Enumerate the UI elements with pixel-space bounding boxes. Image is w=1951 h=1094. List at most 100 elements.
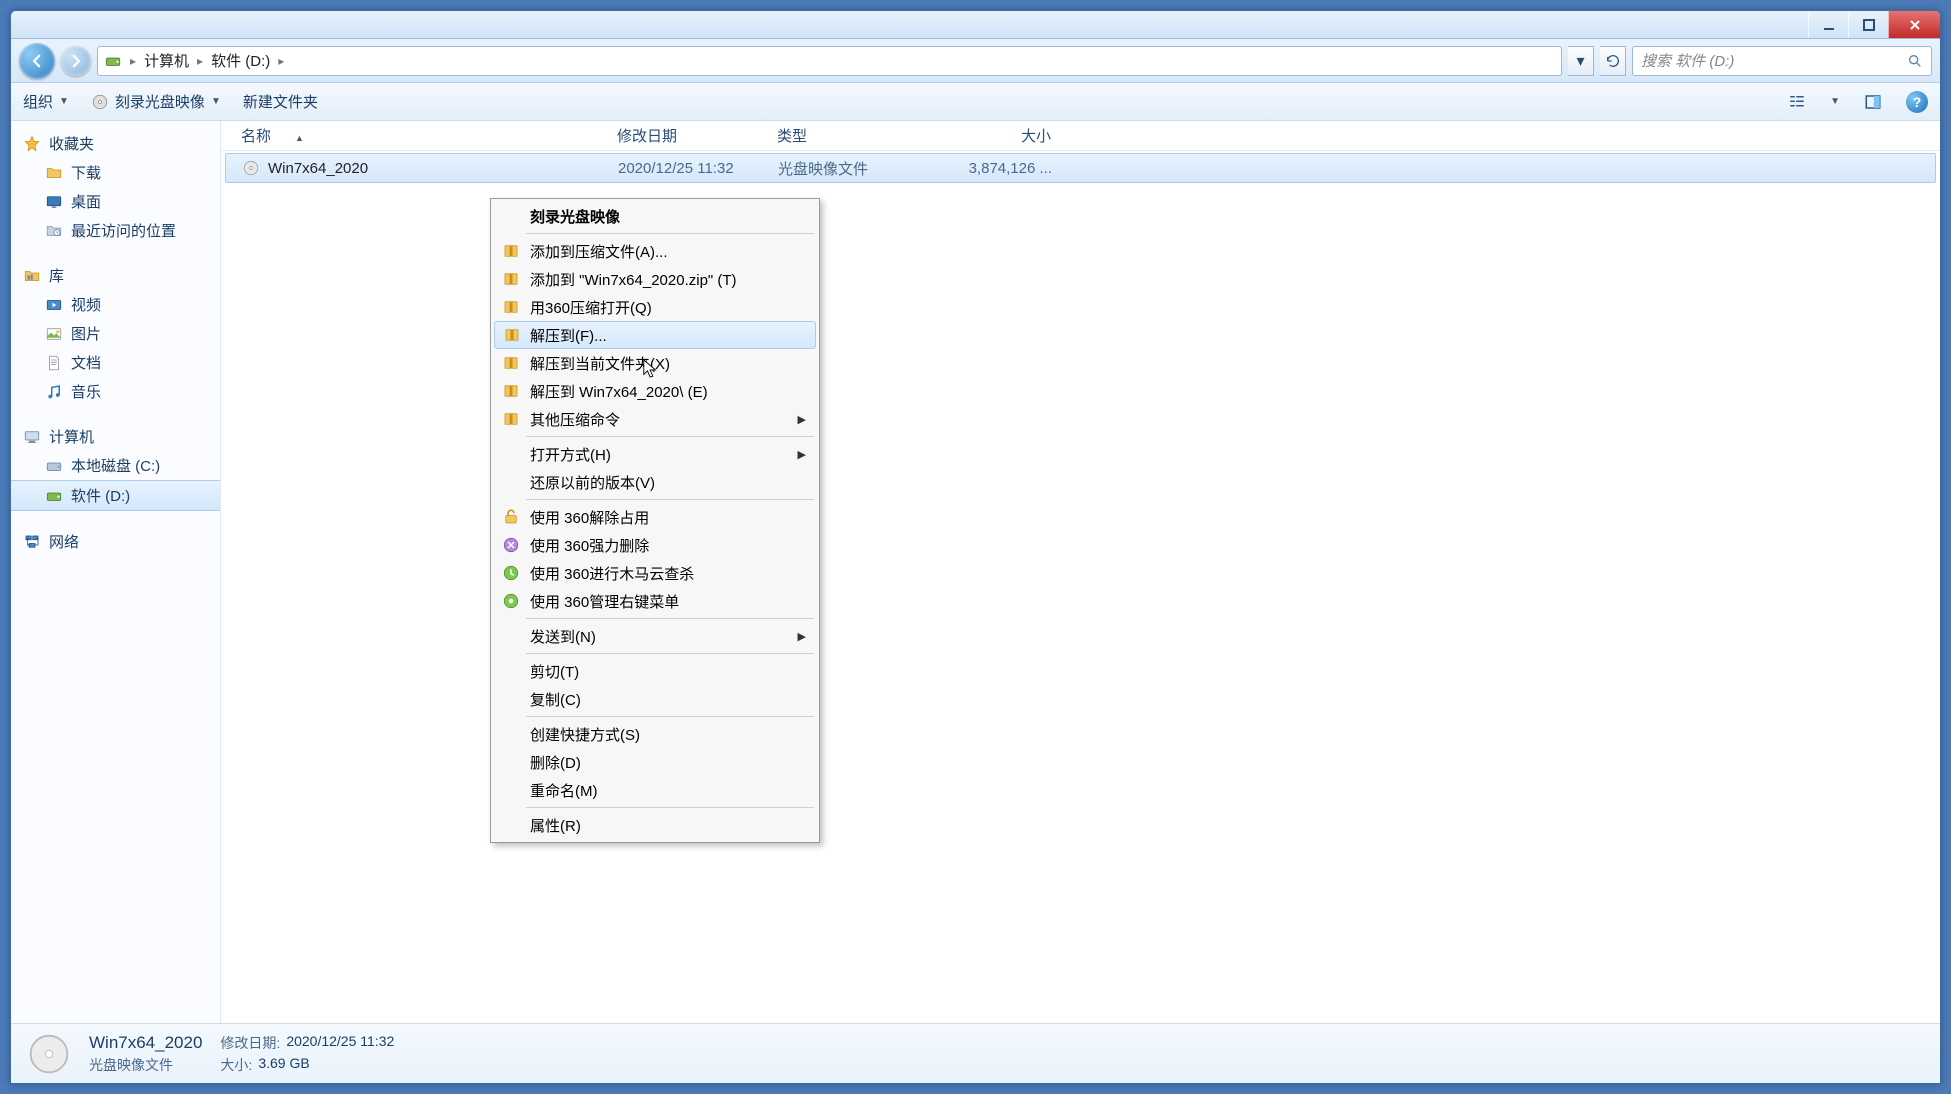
cm-separator bbox=[526, 618, 814, 619]
cm-burn-image[interactable]: 刻录光盘映像 bbox=[494, 202, 816, 230]
sidebar-item-pictures[interactable]: 图片 bbox=[11, 319, 220, 348]
cm-properties[interactable]: 属性(R) bbox=[494, 811, 816, 839]
chevron-down-icon: ▼ bbox=[211, 96, 221, 107]
file-pane: 名称▲ 修改日期 类型 大小 Win7x64_2020 2020/12/25 1… bbox=[221, 121, 1940, 1023]
drive-icon bbox=[45, 487, 63, 505]
sidebar-item-music[interactable]: 音乐 bbox=[11, 377, 220, 406]
details-pane: Win7x64_2020 光盘映像文件 修改日期:2020/12/25 11:3… bbox=[11, 1023, 1940, 1083]
back-button[interactable] bbox=[19, 43, 55, 79]
file-name: Win7x64_2020 bbox=[268, 160, 368, 177]
column-date[interactable]: 修改日期 bbox=[609, 125, 769, 146]
view-options-button[interactable] bbox=[1786, 91, 1808, 113]
breadcrumb-location[interactable]: 软件 (D:) bbox=[211, 50, 270, 71]
sidebar-item-downloads[interactable]: 下载 bbox=[11, 158, 220, 187]
sidebar-item-recent[interactable]: 最近访问的位置 bbox=[11, 216, 220, 245]
column-type[interactable]: 类型 bbox=[769, 125, 939, 146]
cm-360-unlock[interactable]: 使用 360解除占用 bbox=[494, 503, 816, 531]
file-type: 光盘映像文件 bbox=[770, 158, 940, 179]
cm-add-archive[interactable]: 添加到压缩文件(A)... bbox=[494, 237, 816, 265]
breadcrumb-root[interactable]: 计算机 bbox=[144, 50, 189, 71]
search-icon bbox=[1907, 53, 1923, 69]
video-icon bbox=[45, 296, 63, 314]
column-size[interactable]: 大小 bbox=[939, 125, 1059, 146]
archive-icon bbox=[502, 354, 520, 372]
sidebar-item-desktop[interactable]: 桌面 bbox=[11, 187, 220, 216]
computer-icon bbox=[23, 428, 41, 446]
cm-360-scan[interactable]: 使用 360进行木马云查杀 bbox=[494, 559, 816, 587]
cm-delete[interactable]: 删除(D) bbox=[494, 748, 816, 776]
sidebar-item-label: 图片 bbox=[71, 323, 101, 344]
file-row[interactable]: Win7x64_2020 2020/12/25 11:32 光盘映像文件 3,8… bbox=[225, 153, 1936, 183]
sidebar-item-videos[interactable]: 视频 bbox=[11, 290, 220, 319]
sidebar-item-label: 软件 (D:) bbox=[71, 485, 130, 506]
sidebar-item-drive-d[interactable]: 软件 (D:) bbox=[11, 480, 220, 511]
address-dropdown[interactable]: ▾ bbox=[1568, 46, 1594, 76]
sidebar-libraries-header[interactable]: 库 bbox=[11, 261, 220, 290]
sidebar-favorites-header[interactable]: 收藏夹 bbox=[11, 129, 220, 158]
sidebar-item-drive-c[interactable]: 本地磁盘 (C:) bbox=[11, 451, 220, 480]
sidebar-network-header[interactable]: 网络 bbox=[11, 527, 220, 556]
help-button[interactable]: ? bbox=[1906, 91, 1928, 113]
cm-add-zip[interactable]: 添加到 "Win7x64_2020.zip" (T) bbox=[494, 265, 816, 293]
delete-icon bbox=[502, 536, 520, 554]
cm-open-with[interactable]: 打开方式(H)▶ bbox=[494, 440, 816, 468]
maximize-button[interactable] bbox=[1848, 11, 1888, 38]
sidebar: 收藏夹 下载 桌面 最近访问的位置 库 bbox=[11, 121, 221, 1023]
cm-extract-to[interactable]: 解压到(F)... bbox=[494, 321, 816, 349]
address-bar[interactable]: ▸ 计算机 ▸ 软件 (D:) ▸ bbox=[97, 46, 1562, 76]
cm-separator bbox=[526, 807, 814, 808]
folder-icon bbox=[45, 164, 63, 182]
cm-separator bbox=[526, 653, 814, 654]
preview-pane-button[interactable] bbox=[1862, 91, 1884, 113]
new-folder-label: 新建文件夹 bbox=[243, 91, 318, 112]
cm-restore-previous[interactable]: 还原以前的版本(V) bbox=[494, 468, 816, 496]
sort-indicator-icon: ▲ bbox=[295, 133, 304, 143]
search-placeholder: 搜索 软件 (D:) bbox=[1641, 50, 1734, 71]
chevron-down-icon[interactable]: ▼ bbox=[1830, 96, 1840, 107]
submenu-arrow-icon: ▶ bbox=[798, 448, 806, 461]
cm-separator bbox=[526, 436, 814, 437]
file-list[interactable]: Win7x64_2020 2020/12/25 11:32 光盘映像文件 3,8… bbox=[221, 151, 1940, 1023]
archive-icon bbox=[503, 326, 521, 344]
cm-rename[interactable]: 重命名(M) bbox=[494, 776, 816, 804]
sidebar-item-documents[interactable]: 文档 bbox=[11, 348, 220, 377]
network-icon bbox=[23, 533, 41, 551]
details-title: Win7x64_2020 bbox=[89, 1033, 202, 1053]
cm-360-manage-menu[interactable]: 使用 360管理右键菜单 bbox=[494, 587, 816, 615]
explorer-window: ▸ 计算机 ▸ 软件 (D:) ▸ ▾ 搜索 软件 (D:) 组织 ▼ 刻录光盘… bbox=[10, 10, 1941, 1084]
cm-create-shortcut[interactable]: 创建快捷方式(S) bbox=[494, 720, 816, 748]
minimize-button[interactable] bbox=[1808, 11, 1848, 38]
sidebar-item-label: 网络 bbox=[49, 531, 79, 552]
cm-cut[interactable]: 剪切(T) bbox=[494, 657, 816, 685]
cm-copy[interactable]: 复制(C) bbox=[494, 685, 816, 713]
sidebar-computer-header[interactable]: 计算机 bbox=[11, 422, 220, 451]
close-button[interactable] bbox=[1888, 11, 1940, 38]
forward-button[interactable] bbox=[61, 46, 91, 76]
search-input[interactable]: 搜索 软件 (D:) bbox=[1632, 46, 1932, 76]
details-date-label: 修改日期: bbox=[220, 1033, 280, 1053]
cm-other-zip[interactable]: 其他压缩命令▶ bbox=[494, 405, 816, 433]
cm-extract-named[interactable]: 解压到 Win7x64_2020\ (E) bbox=[494, 377, 816, 405]
context-menu: 刻录光盘映像 添加到压缩文件(A)... 添加到 "Win7x64_2020.z… bbox=[490, 198, 820, 843]
refresh-button[interactable] bbox=[1600, 46, 1626, 76]
cm-open-360zip[interactable]: 用360压缩打开(Q) bbox=[494, 293, 816, 321]
cm-360-force-delete[interactable]: 使用 360强力删除 bbox=[494, 531, 816, 559]
cm-extract-here[interactable]: 解压到当前文件夹(X) bbox=[494, 349, 816, 377]
organize-menu[interactable]: 组织 ▼ bbox=[23, 91, 69, 112]
iso-file-icon bbox=[242, 159, 260, 177]
cm-send-to[interactable]: 发送到(N)▶ bbox=[494, 622, 816, 650]
sidebar-item-label: 收藏夹 bbox=[49, 133, 94, 154]
sidebar-item-label: 库 bbox=[49, 265, 64, 286]
desktop-icon bbox=[45, 193, 63, 211]
column-header-row: 名称▲ 修改日期 类型 大小 bbox=[221, 121, 1940, 151]
sidebar-item-label: 桌面 bbox=[71, 191, 101, 212]
breadcrumb-chevron-icon: ▸ bbox=[197, 54, 203, 68]
new-folder-button[interactable]: 新建文件夹 bbox=[243, 91, 318, 112]
archive-icon bbox=[502, 270, 520, 288]
burn-image-button[interactable]: 刻录光盘映像 ▼ bbox=[91, 91, 221, 112]
drive-icon bbox=[104, 52, 122, 70]
archive-icon bbox=[502, 242, 520, 260]
column-name[interactable]: 名称▲ bbox=[233, 125, 609, 146]
scan-icon bbox=[502, 564, 520, 582]
disc-icon bbox=[91, 93, 109, 111]
